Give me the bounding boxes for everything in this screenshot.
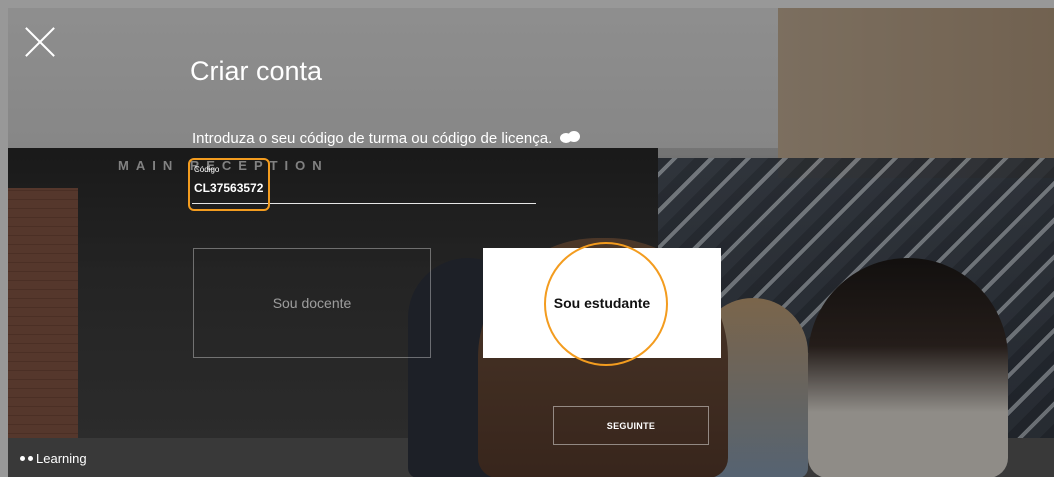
highlight-annotation-code xyxy=(188,158,270,211)
teacher-option-button[interactable]: Sou docente xyxy=(193,248,431,358)
next-button[interactable]: SEGUINTE xyxy=(553,406,709,445)
create-account-screen: MAIN RECEPTION Criar conta Introduza o s… xyxy=(0,0,1054,477)
dim-overlay xyxy=(0,0,1054,477)
chat-help-icon[interactable] xyxy=(560,130,581,147)
brand-text: Learning xyxy=(36,451,87,466)
close-icon[interactable] xyxy=(24,26,56,58)
intro-text: Introduza o seu código de turma ou códig… xyxy=(192,130,553,147)
brand-logo: Learning xyxy=(20,451,87,466)
highlight-annotation-student xyxy=(544,242,668,366)
brand-dots-icon xyxy=(20,456,25,461)
intro-text-row: Introduza o seu código de turma ou códig… xyxy=(192,130,581,147)
page-title: Criar conta xyxy=(190,56,323,86)
